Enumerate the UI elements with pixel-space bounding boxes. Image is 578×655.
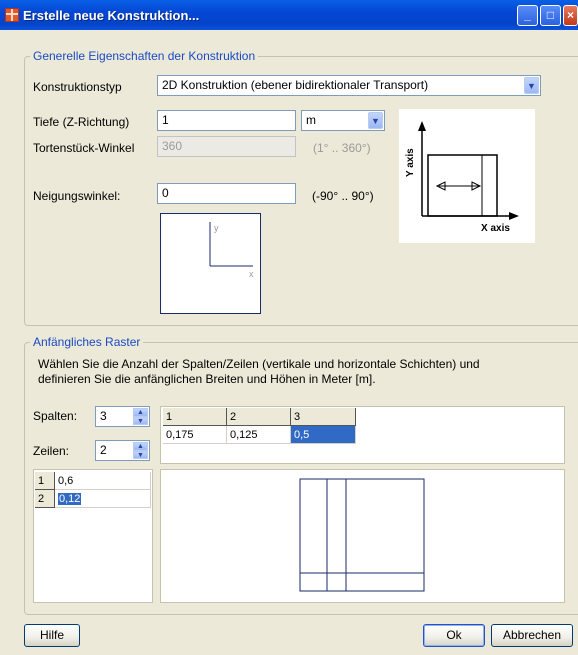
column-width-cell[interactable]: 0,5: [291, 426, 356, 444]
initial-grid-legend: Anfängliches Raster: [30, 335, 144, 349]
wedge-angle-input: 360: [157, 136, 296, 157]
axis-diagram: Y axis X axis: [405, 121, 519, 234]
columns-value: 3: [100, 409, 107, 423]
row-header: 1: [35, 472, 55, 490]
maximize-icon: □: [546, 8, 555, 22]
column-header: 2: [227, 408, 291, 426]
incline-angle-range: (-90° .. 90°): [312, 189, 374, 203]
maximize-button[interactable]: □: [540, 5, 561, 26]
construction-type-preview: Y axis X axis: [399, 109, 535, 243]
depth-label: Tiefe (Z-Richtung): [33, 115, 130, 129]
wedge-angle-value: 360: [162, 139, 183, 153]
incline-preview: y x: [160, 213, 261, 314]
spinner-arrows-icon[interactable]: ▲ ▼: [133, 408, 148, 425]
column-header: 1: [163, 408, 227, 426]
incline-angle-input[interactable]: 0: [157, 183, 296, 204]
close-icon: ×: [566, 8, 574, 22]
construction-type-value: 2D Konstruktion (ebener bidirektionaler …: [162, 78, 429, 92]
app-icon: [5, 8, 19, 22]
help-button[interactable]: Hilfe: [24, 624, 80, 647]
chevron-down-icon[interactable]: ▼: [368, 112, 383, 129]
incline-axes-diagram: y x: [209, 222, 254, 279]
spinner-arrows-icon[interactable]: ▲ ▼: [133, 442, 148, 459]
grid-preview-diagram: [299, 478, 425, 592]
depth-value: 1: [162, 113, 169, 127]
minimize-icon: _: [524, 8, 531, 22]
depth-unit-value: m: [306, 113, 316, 127]
row-header: 2: [35, 490, 55, 508]
small-y-label: y: [214, 223, 219, 233]
ok-button[interactable]: Ok: [423, 624, 485, 647]
construction-type-select[interactable]: 2D Konstruktion (ebener bidirektionaler …: [157, 75, 541, 96]
incline-angle-label: Neigungswinkel:: [33, 189, 121, 203]
grid-description: Wählen Sie die Anzahl der Spalten/Zeilen…: [38, 357, 480, 386]
incline-angle-value: 0: [162, 186, 169, 200]
column-widths-table: 1 2 3 0,175 0,125 0,5: [160, 406, 565, 464]
rows-label: Zeilen:: [33, 444, 70, 458]
y-axis-label: Y axis: [405, 148, 416, 177]
column-width-cell[interactable]: 0,125: [227, 426, 291, 444]
row-height-selected-value: 0,12: [58, 493, 82, 505]
columns-spinner[interactable]: 3 ▲ ▼: [95, 406, 150, 427]
row-height-cell[interactable]: 0,12: [55, 490, 151, 508]
column-width-cell[interactable]: 0,175: [163, 426, 227, 444]
minimize-button[interactable]: _: [517, 5, 538, 26]
depth-unit-select[interactable]: m ▼: [301, 110, 385, 131]
column-header: 3: [291, 408, 356, 426]
wedge-angle-range: (1° .. 360°): [313, 141, 371, 155]
row-height-cell[interactable]: 0,6: [55, 472, 151, 490]
x-axis-label: X axis: [481, 223, 510, 234]
title-bar[interactable]: Erstelle neue Konstruktion... _ □ ×: [0, 0, 578, 30]
chevron-down-icon[interactable]: ▼: [524, 77, 539, 94]
wedge-angle-label: Tortenstück-Winkel: [33, 141, 135, 155]
cancel-button[interactable]: Abbrechen: [491, 624, 573, 647]
grid-preview-panel: [160, 469, 565, 603]
small-x-label: x: [249, 269, 254, 279]
row-heights-table: 1 0,6 2 0,12: [33, 469, 153, 603]
rows-spinner[interactable]: 2 ▲ ▼: [95, 440, 150, 461]
rows-value: 2: [100, 443, 107, 457]
depth-input[interactable]: 1: [157, 110, 296, 131]
close-button[interactable]: ×: [563, 5, 578, 26]
window-title: Erstelle neue Konstruktion...: [23, 8, 200, 23]
general-properties-legend: Generelle Eigenschaften der Konstruktion: [30, 49, 259, 63]
columns-label: Spalten:: [33, 409, 78, 423]
construction-type-label: Konstruktionstyp: [33, 80, 122, 94]
